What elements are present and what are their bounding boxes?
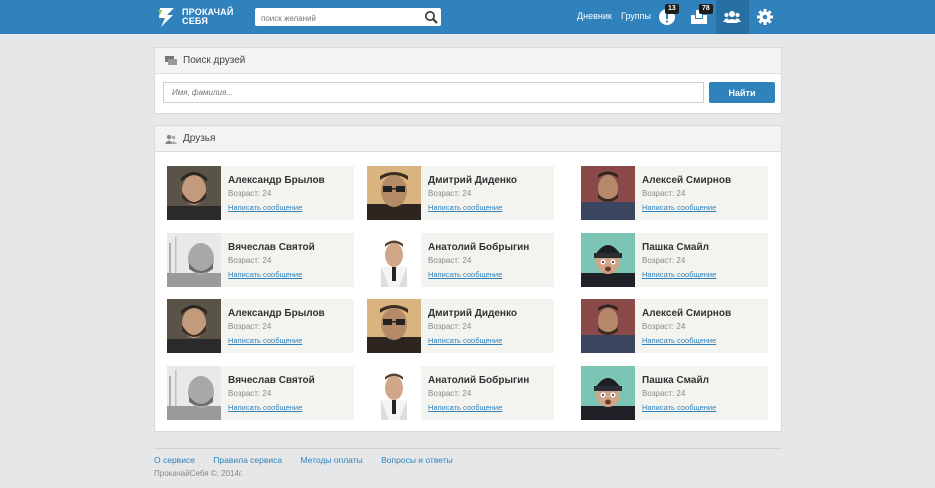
write-message-link[interactable]: Написать сообщение [642, 203, 716, 212]
friend-age: Возраст: 24 [228, 256, 272, 265]
search-friends-panel: Поиск друзей Найти [154, 47, 782, 114]
avatar[interactable] [167, 366, 221, 420]
logo-text: ПРОКАЧАЙ СЕБЯ [182, 7, 234, 26]
friend-card[interactable]: Алексей Смирнов Возраст: 24 Написать сообщ… [581, 166, 768, 220]
avatar[interactable] [367, 366, 421, 420]
avatar[interactable] [581, 299, 635, 353]
write-message-link[interactable]: Написать сообщение [642, 336, 716, 345]
top-bar: ПРОКАЧАЙ СЕБЯ Дневник Группы 13 78 [0, 0, 935, 34]
footer-link-faq[interactable]: Вопросы и ответы [381, 455, 453, 465]
write-message-link[interactable]: Написать сообщение [642, 403, 716, 412]
friend-age: Возраст: 24 [228, 322, 272, 331]
friends-panel: Друзья Александр Брылов Возраст: 24 Написа… [154, 125, 782, 432]
friends-header: Друзья [155, 126, 781, 152]
friend-age: Возраст: 24 [428, 389, 472, 398]
avatar[interactable] [367, 299, 421, 353]
write-message-link[interactable]: Написать сообщение [228, 270, 302, 279]
messages-badge: 78 [699, 4, 713, 14]
friend-age: Возраст: 24 [428, 256, 472, 265]
search-friends-header: Поиск друзей [155, 48, 781, 74]
search-box [255, 8, 441, 28]
friend-age: Возраст: 24 [428, 189, 472, 198]
panel-title: Друзья [183, 133, 216, 144]
friend-age: Возраст: 24 [428, 322, 472, 331]
friend-card[interactable]: Анатолий Бобрыгин Возраст: 24 Написать соо… [367, 233, 554, 287]
friends-icon [723, 11, 741, 23]
chat-icon [165, 55, 177, 65]
avatar[interactable] [581, 366, 635, 420]
friend-name[interactable]: Александр Брылов [228, 175, 325, 186]
users-icon [165, 134, 177, 144]
friends-tab[interactable] [716, 0, 749, 34]
find-button[interactable]: Найти [709, 82, 775, 103]
friend-age: Возраст: 24 [228, 189, 272, 198]
footer-link-rules[interactable]: Правила сервиса [213, 455, 282, 465]
logo-bolt-icon [158, 8, 174, 27]
panel-title: Поиск друзей [183, 55, 246, 66]
friend-card[interactable]: Александр Брылов Возраст: 24 Написать сооб… [167, 166, 354, 220]
write-message-link[interactable]: Написать сообщение [428, 403, 502, 412]
friend-name[interactable]: Дмитрий Диденко [428, 308, 517, 319]
friend-name[interactable]: Вячеслав Святой [228, 242, 315, 253]
friend-card[interactable]: Дмитрий Диденко Возраст: 24 Написать сообщ… [367, 299, 554, 353]
write-message-link[interactable]: Написать сообщение [428, 203, 502, 212]
friend-name[interactable]: Алексей Смирнов [642, 175, 731, 186]
friend-name[interactable]: Вячеслав Святой [228, 375, 315, 386]
friend-card[interactable]: Пашка Смайл Возраст: 24 Написать сообщение [581, 233, 768, 287]
logo[interactable]: ПРОКАЧАЙ СЕБЯ [156, 6, 236, 28]
avatar[interactable] [167, 299, 221, 353]
copyright: ПрокачайСебя ©, 2014г. [154, 469, 244, 478]
gear-icon[interactable] [756, 8, 774, 26]
friend-age: Возраст: 24 [642, 389, 686, 398]
write-message-link[interactable]: Написать сообщение [428, 336, 502, 345]
friend-name[interactable]: Дмитрий Диденко [428, 175, 517, 186]
friend-card[interactable]: Александр Брылов Возраст: 24 Написать сооб… [167, 299, 354, 353]
friend-card[interactable]: Вячеслав Святой Возраст: 24 Написать сообщ… [167, 366, 354, 420]
avatar[interactable] [581, 233, 635, 287]
avatar[interactable] [367, 166, 421, 220]
friend-search-input[interactable] [163, 82, 704, 103]
friend-age: Возраст: 24 [642, 189, 686, 198]
friend-card[interactable]: Пашка Смайл Возраст: 24 Написать сообщение [581, 366, 768, 420]
search-input[interactable] [255, 9, 415, 28]
friend-age: Возраст: 24 [228, 389, 272, 398]
footer-links: О сервисе Правила сервиса Методы оплаты … [154, 455, 469, 465]
friend-name[interactable]: Анатолий Бобрыгин [428, 375, 529, 386]
nav-groups[interactable]: Группы [621, 11, 651, 21]
friend-age: Возраст: 24 [642, 256, 686, 265]
write-message-link[interactable]: Написать сообщение [228, 403, 302, 412]
friend-age: Возраст: 24 [642, 322, 686, 331]
search-icon[interactable] [424, 10, 438, 24]
friend-name[interactable]: Александр Брылов [228, 308, 325, 319]
write-message-link[interactable]: Написать сообщение [428, 270, 502, 279]
avatar[interactable] [167, 166, 221, 220]
notifications-badge: 13 [665, 4, 679, 14]
footer-divider [154, 448, 782, 449]
avatar[interactable] [167, 233, 221, 287]
footer-link-about[interactable]: О сервисе [154, 455, 195, 465]
friend-name[interactable]: Пашка Смайл [642, 242, 709, 253]
friend-card[interactable]: Дмитрий Диденко Возраст: 24 Написать сообщ… [367, 166, 554, 220]
write-message-link[interactable]: Написать сообщение [642, 270, 716, 279]
avatar[interactable] [581, 166, 635, 220]
avatar[interactable] [367, 233, 421, 287]
friend-card[interactable]: Алексей Смирнов Возраст: 24 Написать сообщ… [581, 299, 768, 353]
nav-diary[interactable]: Дневник [577, 11, 612, 21]
friend-card[interactable]: Анатолий Бобрыгин Возраст: 24 Написать соо… [367, 366, 554, 420]
footer-link-payment[interactable]: Методы оплаты [301, 455, 363, 465]
friend-name[interactable]: Пашка Смайл [642, 375, 709, 386]
write-message-link[interactable]: Написать сообщение [228, 203, 302, 212]
write-message-link[interactable]: Написать сообщение [228, 336, 302, 345]
friend-name[interactable]: Алексей Смирнов [642, 308, 731, 319]
friend-name[interactable]: Анатолий Бобрыгин [428, 242, 529, 253]
friend-card[interactable]: Вячеслав Святой Возраст: 24 Написать сообщ… [167, 233, 354, 287]
